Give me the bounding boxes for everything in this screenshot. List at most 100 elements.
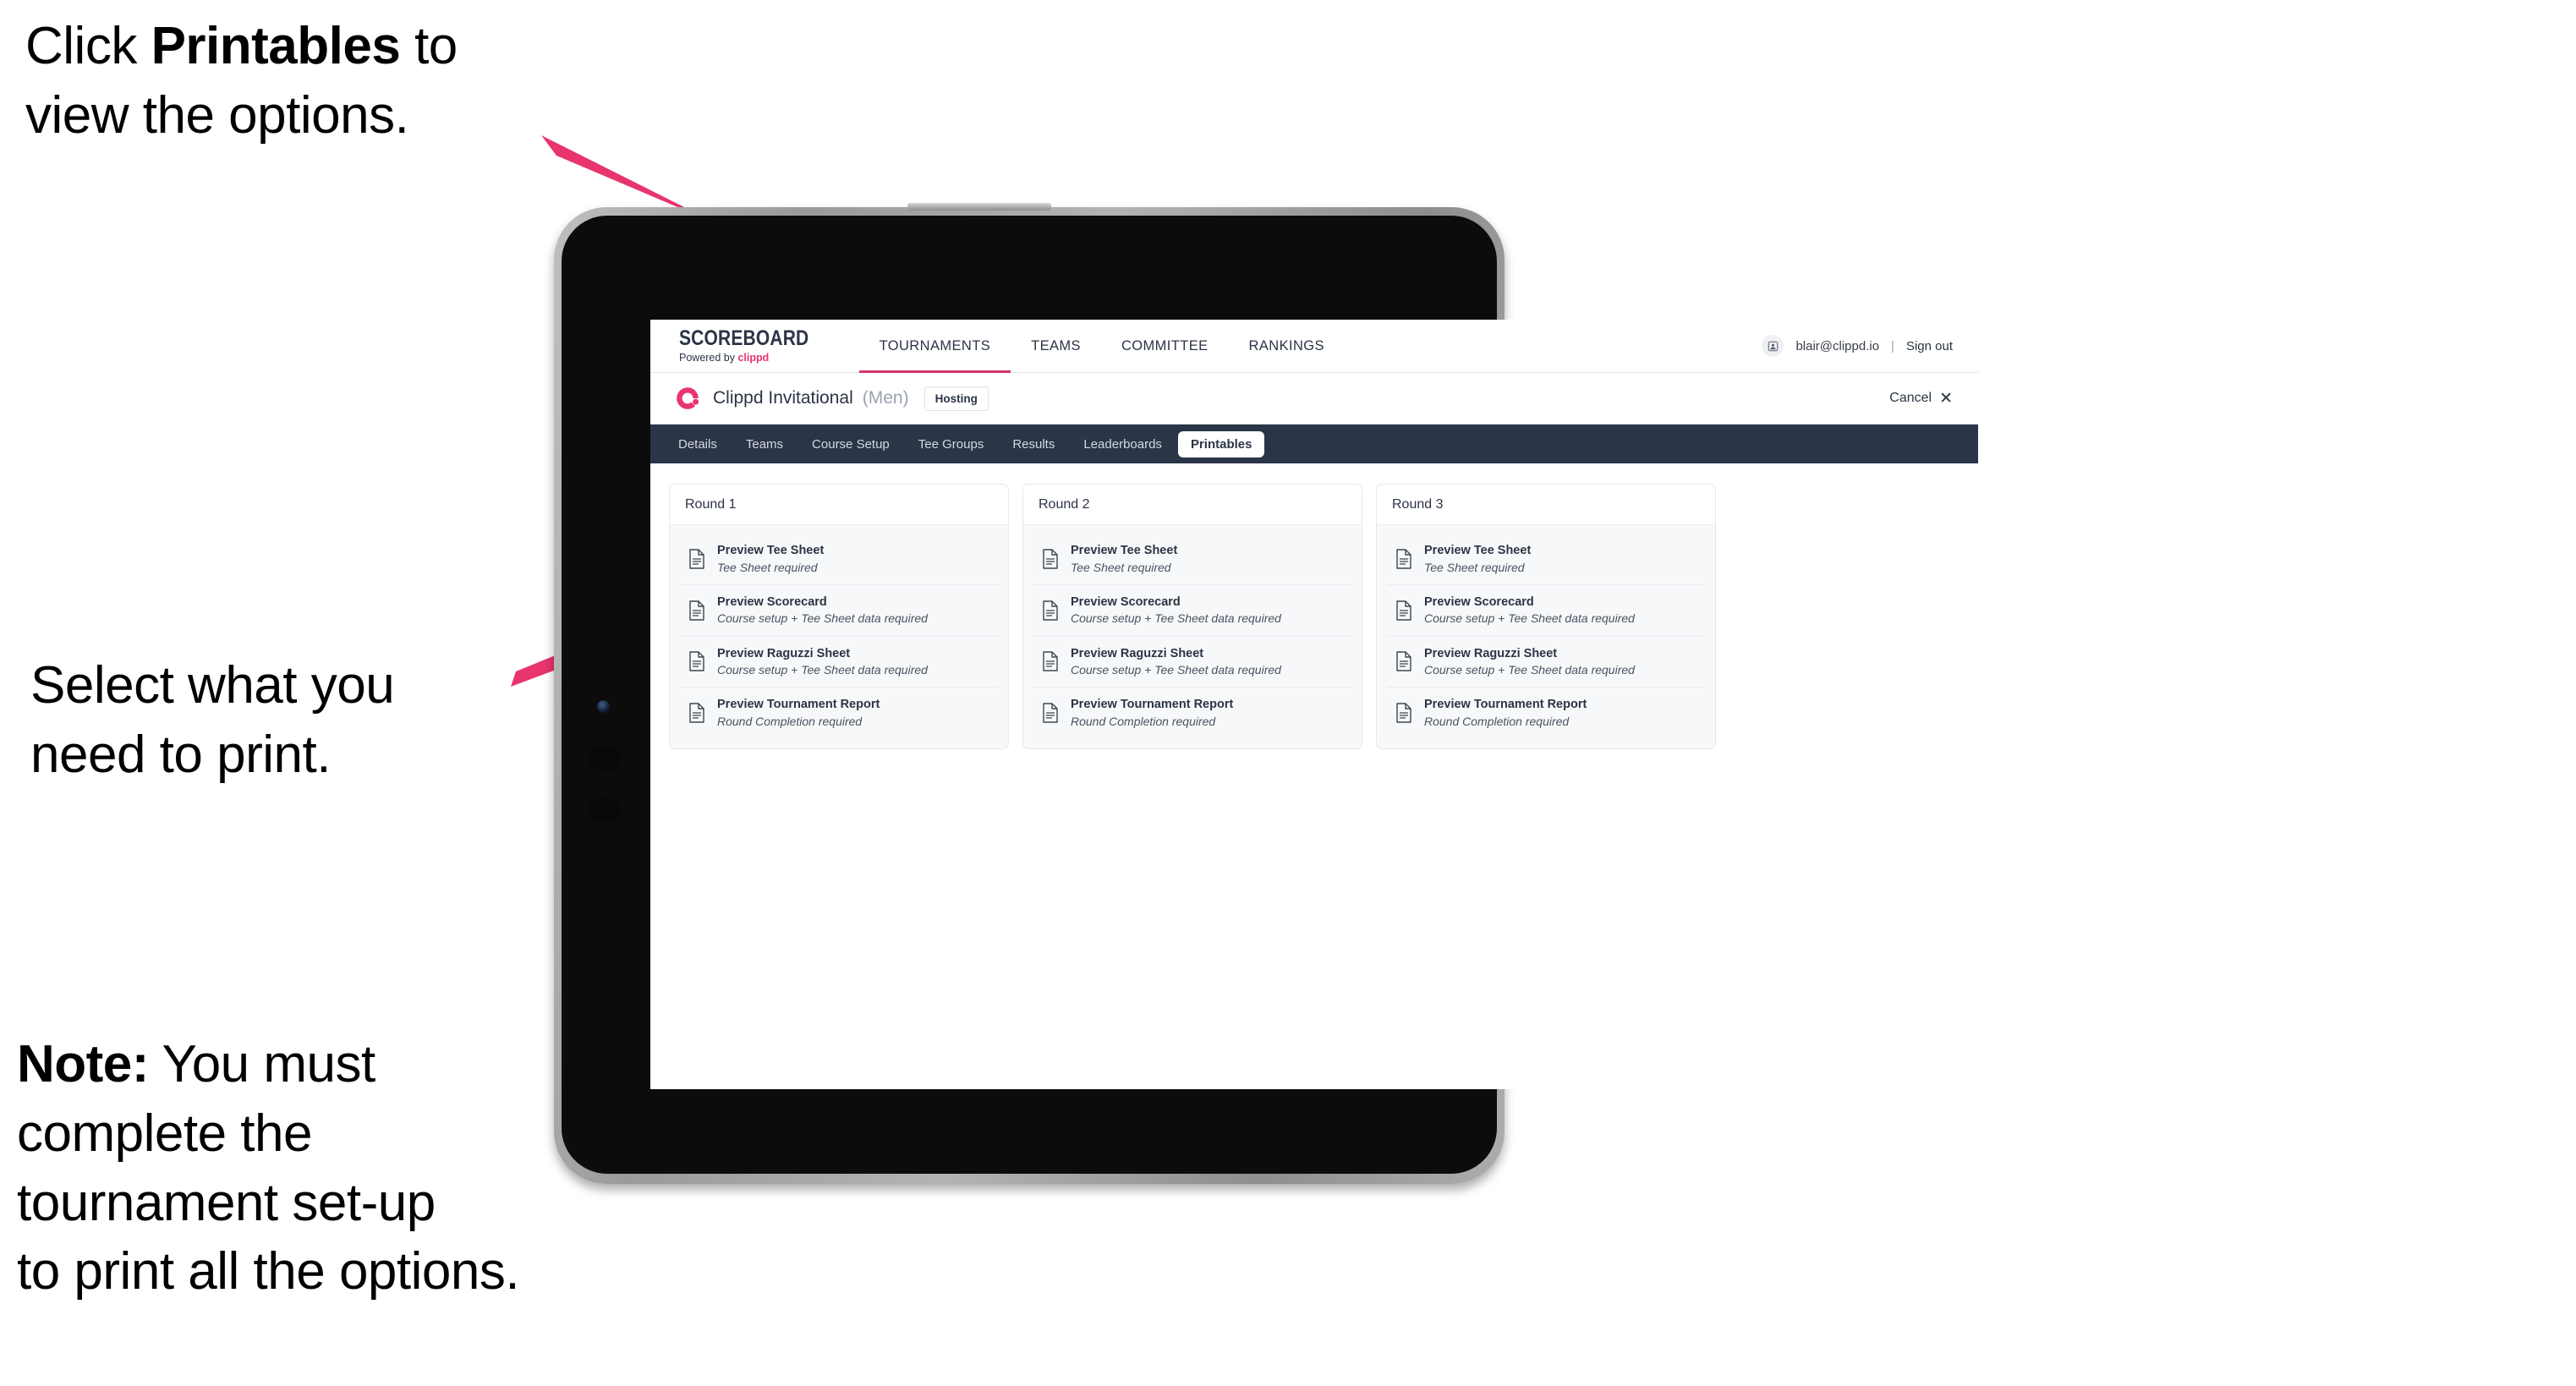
print-option-requirement: Tee Sheet required [1071, 560, 1171, 574]
print-option-text: Preview Raguzzi Sheet Course setup + Tee… [717, 647, 928, 677]
document-icon [1043, 600, 1058, 621]
print-option-title: Preview Tee Sheet [1071, 544, 1178, 557]
print-option-raguzzi-sheet[interactable]: Preview Raguzzi Sheet Course setup + Tee… [1033, 637, 1351, 688]
print-option-text: Preview Tournament Report Round Completi… [1071, 698, 1233, 728]
brand-powered-by-text: Powered by [679, 352, 738, 364]
document-icon [1043, 549, 1058, 569]
top-nav-items: TOURNAMENTS TEAMS COMMITTEE RANKINGS [858, 320, 1345, 373]
top-navigation-bar: SCOREBOARD Powered by clippd TOURNAMENTS… [650, 320, 1978, 373]
print-option-text: Preview Raguzzi Sheet Course setup + Tee… [1424, 647, 1635, 677]
print-option-text: Preview Tournament Report Round Completi… [717, 698, 880, 728]
round-card-2-title: Round 2 [1023, 485, 1362, 525]
print-option-tee-sheet[interactable]: Preview Tee Sheet Tee Sheet required [1387, 534, 1705, 585]
print-option-raguzzi-sheet[interactable]: Preview Raguzzi Sheet Course setup + Tee… [680, 637, 998, 688]
print-option-requirement: Course setup + Tee Sheet data required [717, 611, 928, 626]
user-avatar-icon[interactable] [1762, 335, 1784, 357]
print-option-title: Preview Scorecard [1424, 594, 1534, 609]
print-option-requirement: Course setup + Tee Sheet data required [717, 663, 928, 677]
print-option-requirement: Course setup + Tee Sheet data required [1424, 663, 1635, 677]
status-badge-hosting: Hosting [924, 386, 989, 411]
round-card-3-body: Preview Tee Sheet Tee Sheet required Pre… [1377, 525, 1715, 749]
annotation-text-part1: Click [25, 17, 151, 75]
print-option-text: Preview Tee Sheet Tee Sheet required [1424, 544, 1531, 574]
document-icon [1396, 703, 1411, 723]
round-card-1-title: Round 1 [670, 485, 1008, 525]
brand-title: SCOREBOARD [679, 326, 809, 351]
tournament-header: Clippd Invitational (Men) Hosting Cancel… [650, 373, 1978, 425]
nav-item-rankings[interactable]: RANKINGS [1229, 320, 1345, 372]
print-option-title: Preview Tournament Report [1071, 698, 1234, 712]
print-option-title: Preview Tournament Report [1424, 698, 1587, 712]
print-option-requirement: Round Completion required [1424, 714, 1570, 728]
print-option-requirement: Tee Sheet required [1424, 560, 1525, 574]
tab-results[interactable]: Results [1000, 431, 1067, 457]
round-card-3: Round 3 Preview Tee Sheet Tee Sheet requ… [1376, 484, 1716, 750]
annotation-text-bold: Printables [151, 17, 401, 75]
print-option-text: Preview Raguzzi Sheet Course setup + Tee… [1071, 647, 1281, 677]
round-card-1: Round 1 Preview Tee Sheet Tee Sheet requ… [669, 484, 1009, 750]
print-option-requirement: Round Completion required [717, 714, 863, 728]
round-card-1-body: Preview Tee Sheet Tee Sheet required Pre… [670, 525, 1008, 749]
avatar-glyph-icon [1768, 341, 1779, 351]
cancel-button[interactable]: Cancel ✕ [1889, 391, 1953, 407]
annotation-note-bold: Note: [17, 1035, 149, 1093]
print-option-tee-sheet[interactable]: Preview Tee Sheet Tee Sheet required [1033, 534, 1351, 585]
document-icon [1396, 651, 1411, 672]
annotation-select-print: Select what you need to print. [30, 656, 395, 784]
print-option-title: Preview Raguzzi Sheet [717, 646, 851, 660]
print-option-requirement: Tee Sheet required [717, 560, 818, 574]
print-option-text: Preview Scorecard Course setup + Tee She… [717, 595, 928, 626]
print-option-tournament-report[interactable]: Preview Tournament Report Round Completi… [1387, 688, 1705, 738]
brand-subtitle: Powered by clippd [679, 353, 834, 364]
front-camera-icon [597, 700, 610, 713]
print-option-title: Preview Tee Sheet [717, 544, 825, 557]
tablet-screen-bezel: SCOREBOARD Powered by clippd TOURNAMENTS… [562, 216, 1978, 1174]
user-email-label: blair@clippd.io [1795, 338, 1880, 353]
document-icon [689, 600, 704, 621]
tab-leaderboards[interactable]: Leaderboards [1071, 431, 1175, 457]
bezel-button-2[interactable] [589, 797, 621, 823]
print-option-title: Preview Raguzzi Sheet [1071, 646, 1204, 660]
tablet-device: SCOREBOARD Powered by clippd TOURNAMENTS… [554, 203, 1978, 1184]
printables-content: Round 1 Preview Tee Sheet Tee Sheet requ… [650, 463, 1978, 770]
tab-tee-groups[interactable]: Tee Groups [906, 431, 997, 457]
round-card-2: Round 2 Preview Tee Sheet Tee Sheet requ… [1022, 484, 1362, 750]
round-card-2-body: Preview Tee Sheet Tee Sheet required Pre… [1023, 525, 1362, 749]
nav-item-tournaments[interactable]: TOURNAMENTS [858, 320, 1011, 373]
sub-tab-bar: Details Teams Course Setup Tee Groups Re… [650, 425, 1978, 463]
brand-logo[interactable]: SCOREBOARD Powered by clippd [650, 320, 859, 372]
top-nav-user-area: blair@clippd.io | Sign out [1762, 320, 1978, 372]
print-option-requirement: Course setup + Tee Sheet data required [1071, 611, 1281, 626]
tab-course-setup[interactable]: Course Setup [799, 431, 902, 457]
print-option-raguzzi-sheet[interactable]: Preview Raguzzi Sheet Course setup + Tee… [1387, 637, 1705, 688]
document-icon [689, 703, 704, 723]
sign-out-link[interactable]: Sign out [1906, 339, 1953, 353]
print-option-text: Preview Tee Sheet Tee Sheet required [1071, 544, 1177, 574]
print-option-tournament-report[interactable]: Preview Tournament Report Round Completi… [680, 688, 998, 738]
clippd-c-logo-icon [677, 387, 699, 409]
close-x-icon: ✕ [1939, 389, 1953, 408]
document-icon [689, 651, 704, 672]
tab-teams[interactable]: Teams [733, 431, 796, 457]
document-icon [1396, 549, 1411, 569]
nav-separator: | [1891, 338, 1894, 353]
print-option-title: Preview Raguzzi Sheet [1424, 646, 1558, 660]
tab-printables[interactable]: Printables [1177, 430, 1265, 457]
tournament-gender: (Men) [862, 388, 909, 408]
cancel-label: Cancel [1889, 391, 1932, 405]
bezel-button-1[interactable] [589, 746, 621, 771]
print-option-scorecard[interactable]: Preview Scorecard Course setup + Tee She… [1033, 585, 1351, 637]
print-option-title: Preview Scorecard [717, 594, 827, 609]
app-screen: SCOREBOARD Powered by clippd TOURNAMENTS… [650, 320, 1978, 1089]
print-option-scorecard[interactable]: Preview Scorecard Course setup + Tee She… [680, 585, 998, 637]
nav-item-teams[interactable]: TEAMS [1011, 320, 1101, 372]
tab-details[interactable]: Details [666, 431, 730, 457]
print-option-scorecard[interactable]: Preview Scorecard Course setup + Tee She… [1387, 585, 1705, 637]
nav-item-committee[interactable]: COMMITTEE [1101, 320, 1229, 372]
print-option-tournament-report[interactable]: Preview Tournament Report Round Completi… [1033, 688, 1351, 738]
print-option-text: Preview Scorecard Course setup + Tee She… [1424, 595, 1635, 626]
print-option-tee-sheet[interactable]: Preview Tee Sheet Tee Sheet required [680, 534, 998, 585]
power-button[interactable] [907, 203, 1051, 211]
print-option-text: Preview Tee Sheet Tee Sheet required [717, 544, 824, 574]
tablet-frame: SCOREBOARD Powered by clippd TOURNAMENTS… [554, 203, 1978, 1184]
